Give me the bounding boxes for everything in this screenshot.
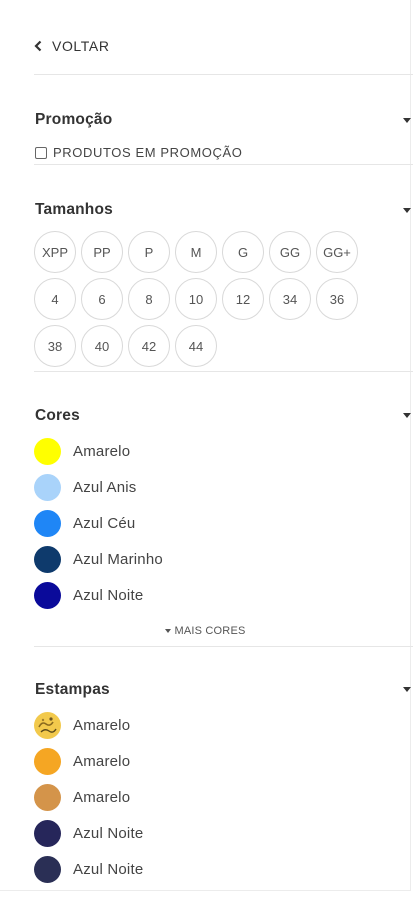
size-options: XPP PP P M G GG GG+ 4 6 8 10 12 34 36 38… <box>34 231 402 367</box>
size-option[interactable]: PP <box>81 231 123 273</box>
print-label: Azul Noite <box>73 824 144 842</box>
print-label: Amarelo <box>73 788 131 806</box>
color-option[interactable]: Azul Marinho <box>34 541 163 577</box>
color-label: Azul Céu <box>73 514 136 532</box>
size-option[interactable]: GG <box>269 231 311 273</box>
divider <box>34 74 413 75</box>
print-option[interactable]: Amarelo <box>34 743 143 779</box>
divider <box>34 164 413 165</box>
promo-checkbox-label: PRODUTOS EM PROMOÇÃO <box>53 145 243 160</box>
color-option[interactable]: Azul Anis <box>34 469 163 505</box>
print-swatch <box>34 747 61 775</box>
print-swatch <box>34 711 61 739</box>
sizes-caret-icon[interactable] <box>403 208 411 213</box>
color-swatch <box>34 545 61 573</box>
back-label: VOLTAR <box>52 38 110 54</box>
color-label: Amarelo <box>73 442 131 460</box>
caret-down-icon <box>165 629 172 633</box>
promo-title: Promoção <box>35 111 113 128</box>
promo-checkbox-row[interactable]: PRODUTOS EM PROMOÇÃO <box>35 145 242 160</box>
prints-title: Estampas <box>35 681 110 698</box>
print-label: Azul Noite <box>73 860 144 878</box>
size-option[interactable]: 42 <box>128 325 170 367</box>
back-link[interactable]: VOLTAR <box>34 38 110 54</box>
print-label: Amarelo <box>73 752 131 770</box>
size-option[interactable]: 10 <box>175 278 217 320</box>
color-swatch <box>34 581 61 609</box>
color-list: Amarelo Azul Anis Azul Céu Azul Marinho … <box>34 433 163 613</box>
print-option[interactable]: Amarelo <box>34 779 143 815</box>
print-option[interactable]: Azul Noite <box>34 851 143 887</box>
more-colors-button[interactable]: MAIS CORES <box>0 625 411 637</box>
sizes-title: Tamanhos <box>35 201 113 218</box>
color-label: Azul Marinho <box>73 550 163 568</box>
divider <box>34 646 413 647</box>
size-option[interactable]: 4 <box>34 278 76 320</box>
size-option[interactable]: G <box>222 231 264 273</box>
size-option[interactable]: 8 <box>128 278 170 320</box>
size-option[interactable]: 38 <box>34 325 76 367</box>
size-option[interactable]: XPP <box>34 231 76 273</box>
size-option[interactable]: 44 <box>175 325 217 367</box>
print-option[interactable]: Amarelo <box>34 707 143 743</box>
prints-caret-icon[interactable] <box>403 687 411 692</box>
print-swatch <box>34 783 61 811</box>
print-swatch <box>34 819 61 847</box>
size-option[interactable]: 6 <box>81 278 123 320</box>
size-option[interactable]: 40 <box>81 325 123 367</box>
color-label: Azul Noite <box>73 586 144 604</box>
size-option[interactable]: 34 <box>269 278 311 320</box>
color-swatch <box>34 437 61 465</box>
color-option[interactable]: Amarelo <box>34 433 163 469</box>
divider <box>34 371 413 372</box>
patterned-icon <box>38 716 57 733</box>
color-option[interactable]: Azul Noite <box>34 577 163 613</box>
size-option[interactable]: P <box>128 231 170 273</box>
print-list: Amarelo Amarelo Amarelo Azul Noite Azul … <box>34 707 143 887</box>
colors-caret-icon[interactable] <box>403 413 411 418</box>
colors-title: Cores <box>35 407 80 424</box>
size-option[interactable]: 12 <box>222 278 264 320</box>
chevron-left-icon <box>34 40 42 52</box>
size-option[interactable]: GG+ <box>316 231 358 273</box>
print-label: Amarelo <box>73 716 131 734</box>
promo-checkbox[interactable] <box>35 146 47 159</box>
promo-caret-icon[interactable] <box>403 118 411 123</box>
more-colors-label: MAIS CORES <box>174 625 246 637</box>
color-swatch <box>34 509 61 537</box>
color-option[interactable]: Azul Céu <box>34 505 163 541</box>
color-swatch <box>34 473 61 501</box>
print-option[interactable]: Azul Noite <box>34 815 143 851</box>
print-swatch <box>34 855 61 883</box>
size-option[interactable]: M <box>175 231 217 273</box>
color-label: Azul Anis <box>73 478 137 496</box>
size-option[interactable]: 36 <box>316 278 358 320</box>
